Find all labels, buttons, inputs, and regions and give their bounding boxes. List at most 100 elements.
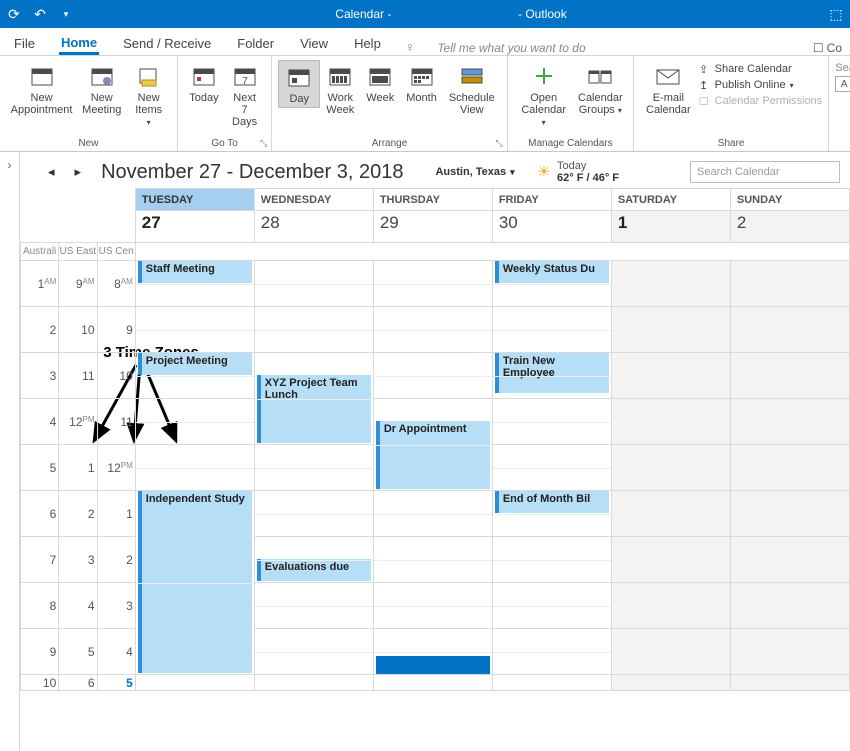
dialog-launcher-icon[interactable]: ⤡ [260, 138, 267, 149]
week-button[interactable]: Week [360, 60, 400, 106]
search-label: Sear [835, 62, 850, 74]
slot-fri-6[interactable]: End of Month Bil [492, 491, 611, 537]
slot-wed-3[interactable]: XYZ Project Team Lunch [254, 353, 373, 445]
tab-send-receive[interactable]: Send / Receive [121, 32, 213, 55]
new-meeting-button[interactable]: New Meeting [77, 60, 126, 118]
event-dr-appointment[interactable]: Dr Appointment [376, 421, 490, 489]
publish-icon: ↥ [697, 78, 711, 92]
slot-fri-3[interactable]: Train New Employee [492, 353, 611, 399]
date-2[interactable]: 2 [730, 211, 849, 243]
day-icon [285, 63, 313, 91]
current-time-highlight [376, 656, 490, 674]
share-calendar-button[interactable]: ⇪Share Calendar [697, 62, 823, 76]
ribbon: New Appointment New Meeting New Items ▾ … [0, 56, 850, 152]
undo-icon[interactable]: ↶ [32, 6, 48, 22]
event-end-of-month[interactable]: End of Month Bil [495, 491, 609, 513]
coming-soon-icon[interactable]: ☐ Co [813, 41, 842, 55]
tab-folder[interactable]: Folder [235, 32, 276, 55]
tz-label-australia: Australi [21, 243, 59, 261]
tab-file[interactable]: File [12, 32, 37, 55]
calendar-area: 3 Time Zones ◂ ▸ November 27 - December … [20, 152, 850, 751]
event-independent-study[interactable]: Independent Study [138, 491, 252, 673]
permissions-icon: ☐ [697, 94, 711, 108]
prev-week-button[interactable]: ◂ [44, 164, 59, 180]
event-evaluations-due[interactable]: Evaluations due [257, 559, 371, 581]
next7days-button[interactable]: 7 Next 7 Days [224, 60, 265, 130]
ribbon-group-goto: Today 7 Next 7 Days Go To⤡ [178, 56, 272, 151]
meeting-icon [88, 62, 116, 90]
slot-tue-3[interactable]: Project Meeting [135, 353, 254, 399]
tellme-input[interactable]: Tell me what you want to do [437, 41, 585, 55]
email-calendar-button[interactable]: E-mail Calendar [640, 60, 697, 118]
bulb-icon: ♀ [405, 39, 416, 55]
search-calendar-input[interactable]: Search Calendar [690, 161, 840, 183]
slot-thu-4[interactable]: Dr Appointment [373, 399, 492, 491]
slot-thu-9[interactable] [373, 629, 492, 675]
today-button[interactable]: Today [184, 60, 224, 106]
event-staff-meeting[interactable]: Staff Meeting [138, 261, 252, 283]
refresh-icon[interactable]: ⟳ [6, 6, 22, 22]
day-button[interactable]: Day [278, 60, 320, 108]
day-header-tue[interactable]: TUESDAY [135, 189, 254, 211]
title-bar: ⟳ ↶ ▾ Calendar - - Outlook ⬚ [0, 0, 850, 28]
scheduleview-button[interactable]: Schedule View [443, 60, 501, 118]
event-project-meeting[interactable]: Project Meeting [138, 353, 252, 375]
new-appointment-button[interactable]: New Appointment [6, 60, 77, 118]
qa-dropdown-icon[interactable]: ▾ [58, 6, 74, 22]
chevron-down-icon: ▾ [790, 81, 794, 90]
today-icon [190, 62, 218, 90]
group-label-manage: Manage Calendars [508, 137, 633, 151]
slot-wed-7[interactable]: Evaluations due [254, 537, 373, 583]
sun-icon: ☀ [537, 162, 551, 182]
svg-text:7: 7 [242, 76, 248, 87]
month-icon [408, 62, 436, 90]
chevron-down-icon: ▾ [147, 118, 151, 127]
event-weekly-status[interactable]: Weekly Status Du [495, 261, 609, 283]
items-icon [135, 62, 163, 90]
tz-label-us-east: US East [59, 243, 97, 261]
workweek-icon [326, 62, 354, 90]
slot-fri-1[interactable]: Weekly Status Du [492, 261, 611, 307]
week-icon [366, 62, 394, 90]
day-header-sun[interactable]: SUNDAY [730, 189, 849, 211]
address-book-icon[interactable]: A [835, 76, 850, 92]
open-calendar-icon [530, 62, 558, 90]
publish-online-button[interactable]: ↥Publish Online▾ [697, 78, 823, 92]
workweek-button[interactable]: Work Week [320, 60, 360, 118]
weather-widget[interactable]: ☀ Today 62° F / 46° F [537, 160, 619, 184]
email-calendar-icon [654, 62, 682, 90]
next-week-button[interactable]: ▸ [71, 164, 86, 180]
ribbon-group-manage: Open Calendar ▾ Calendar Groups ▾ Manage… [508, 56, 634, 151]
location-picker[interactable]: Austin, Texas▾ [435, 166, 514, 178]
day-header-sat[interactable]: SATURDAY [611, 189, 730, 211]
day-header-wed[interactable]: WEDNESDAY [254, 189, 373, 211]
tab-help[interactable]: Help [352, 32, 383, 55]
date-30[interactable]: 30 [492, 211, 611, 243]
day-header-fri[interactable]: FRIDAY [492, 189, 611, 211]
event-train-employee[interactable]: Train New Employee [495, 353, 609, 393]
window-maximize-icon[interactable]: ⬚ [828, 6, 844, 22]
new-items-button[interactable]: New Items ▾ [126, 60, 170, 131]
date-28[interactable]: 28 [254, 211, 373, 243]
day-header-thu[interactable]: THURSDAY [373, 189, 492, 211]
month-button[interactable]: Month [400, 60, 443, 106]
tz-label-us-cen: US Cen [97, 243, 135, 261]
dialog-launcher-icon[interactable]: ⤡ [496, 138, 503, 149]
tab-view[interactable]: View [298, 32, 330, 55]
group-label-new: New [0, 137, 177, 151]
date-27[interactable]: 27 [135, 211, 254, 243]
open-calendar-button[interactable]: Open Calendar ▾ [514, 60, 574, 131]
ribbon-group-new: New Appointment New Meeting New Items ▾ … [0, 56, 178, 151]
collapse-nav-button[interactable]: › [0, 152, 20, 751]
slot-tue-6[interactable]: Independent Study [135, 491, 254, 675]
date-1[interactable]: 1 [611, 211, 730, 243]
slot-tue-1[interactable]: Staff Meeting [135, 261, 254, 307]
event-xyz-lunch[interactable]: XYZ Project Team Lunch [257, 375, 371, 443]
ribbon-group-share: E-mail Calendar ⇪Share Calendar ↥Publish… [634, 56, 829, 151]
tab-home[interactable]: Home [59, 31, 99, 55]
chevron-down-icon: ▾ [618, 106, 622, 115]
window-title: Calendar - - Outlook [74, 7, 828, 21]
calendar-groups-button[interactable]: Calendar Groups ▾ [574, 60, 627, 119]
calendar-groups-icon [586, 62, 614, 90]
date-29[interactable]: 29 [373, 211, 492, 243]
